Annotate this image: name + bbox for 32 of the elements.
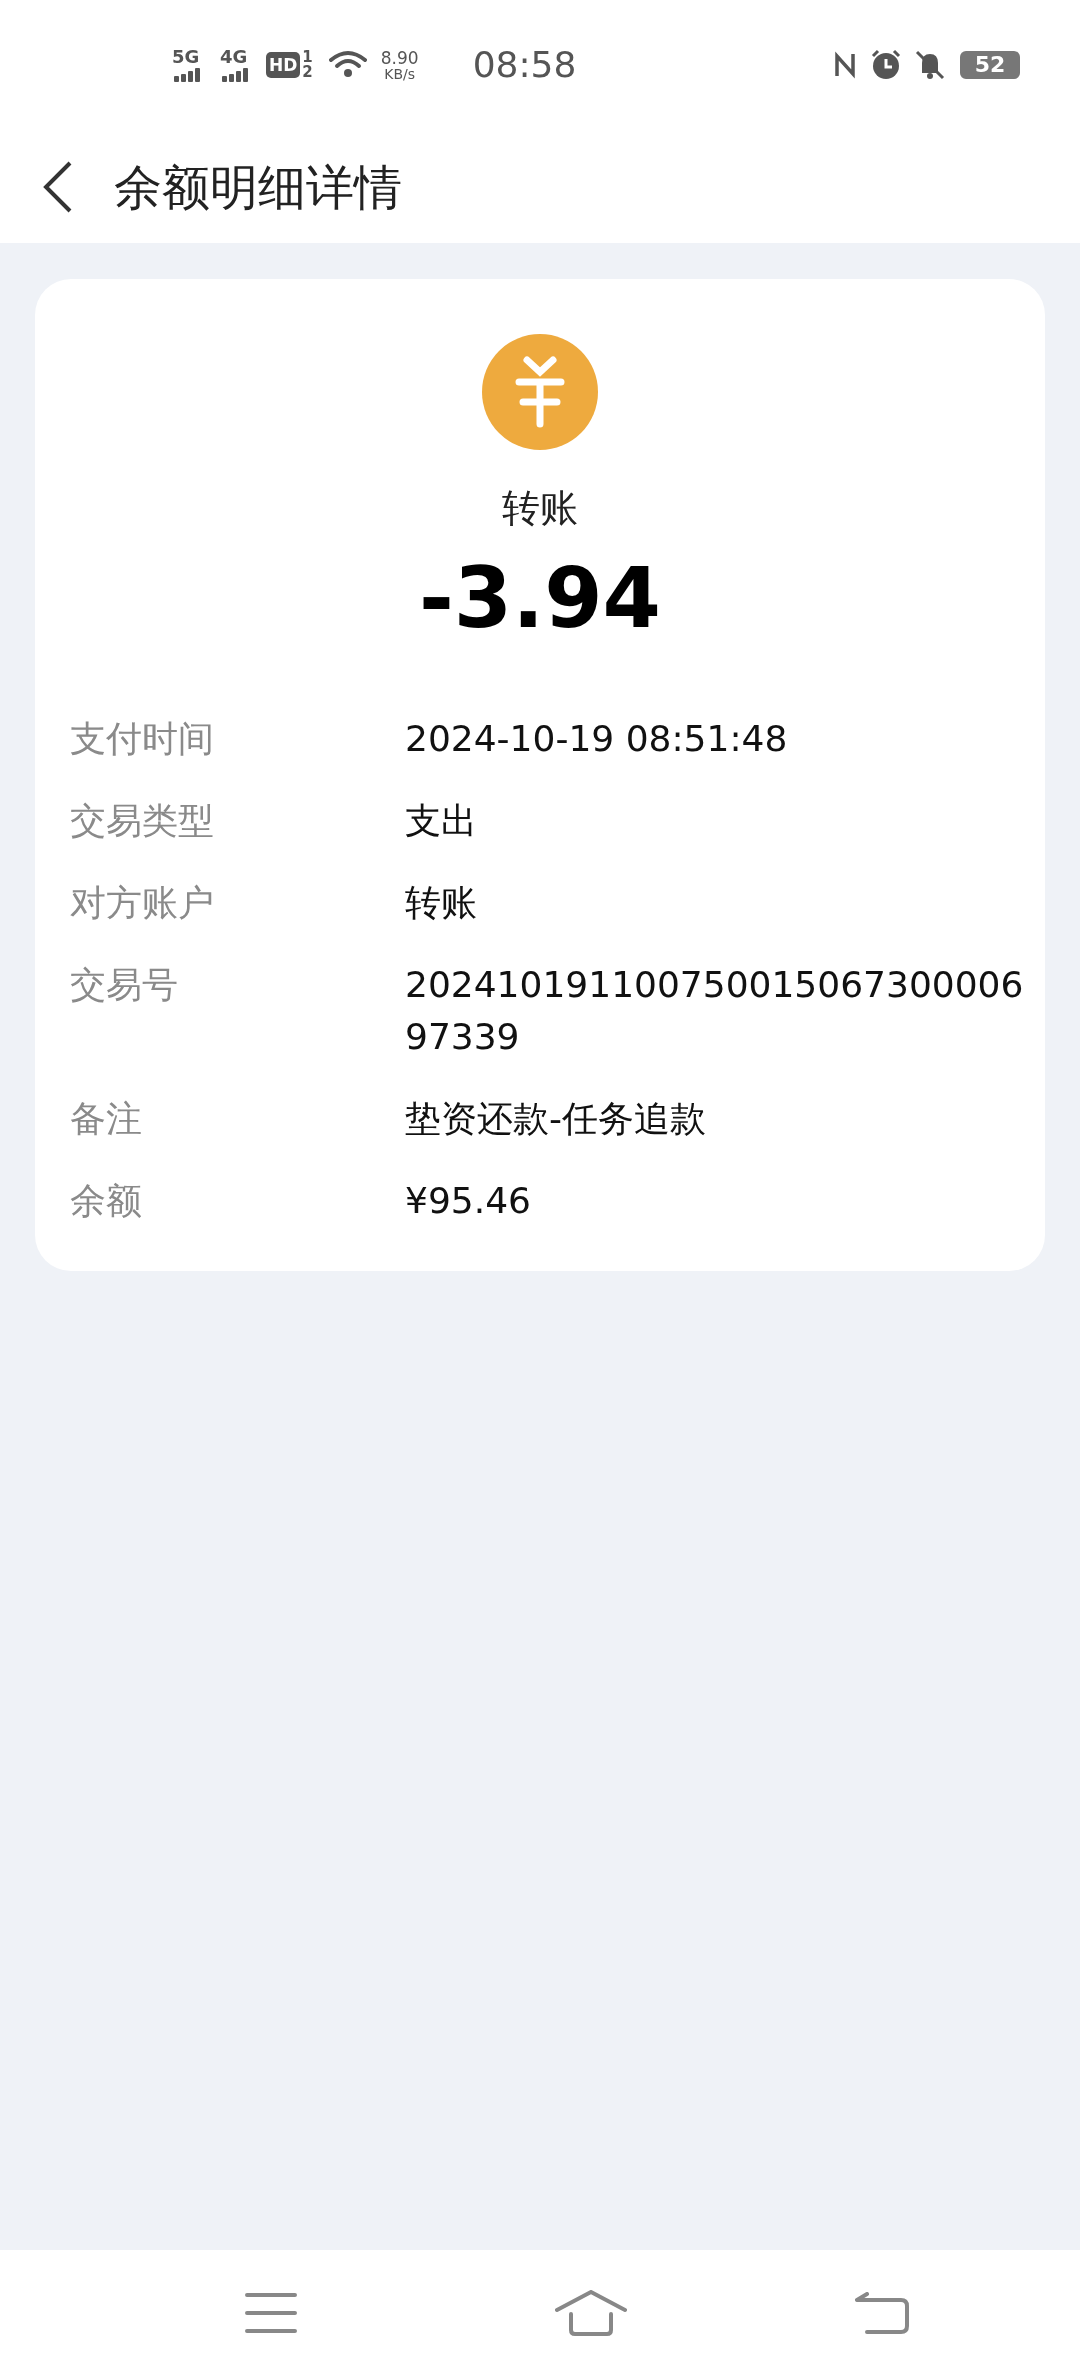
detail-value: ¥95.46 — [405, 1179, 532, 1223]
back-nav-button[interactable] — [855, 2292, 909, 2334]
hd-badge: HD — [266, 52, 301, 78]
speed-value: 8.90 — [380, 49, 419, 67]
sim-label: 1 — [302, 50, 313, 65]
home-button[interactable] — [555, 2290, 627, 2336]
yuan-icon — [482, 334, 598, 450]
detail-label: 支付时间 — [70, 717, 215, 761]
detail-value: 垫资还款-任务追款 — [405, 1097, 707, 1141]
nfc-icon — [834, 50, 856, 80]
network-label: 4G — [220, 48, 248, 66]
battery-level: 52 — [960, 51, 1020, 79]
transaction-type: 转账 — [502, 485, 578, 532]
detail-label: 余额 — [70, 1179, 143, 1223]
detail-label: 交易号 — [70, 963, 179, 1007]
detail-value: 20241019110075001506730000697339 — [405, 963, 1025, 1059]
detail-label: 备注 — [70, 1097, 143, 1141]
detail-value: 2024-10-19 08:51:48 — [405, 717, 789, 761]
page-title: 余额明细详情 — [114, 157, 402, 217]
clock-time: 08:58 — [472, 43, 577, 87]
alarm-icon — [870, 49, 902, 81]
detail-label: 对方账户 — [70, 881, 215, 925]
muted-bell-icon — [914, 49, 946, 81]
sim-label: 2 — [302, 65, 313, 80]
amount: -3.94 — [418, 548, 662, 649]
detail-value: 支出 — [405, 799, 478, 843]
menu-button[interactable] — [245, 2291, 297, 2335]
detail-label: 交易类型 — [70, 799, 215, 843]
detail-value: 转账 — [405, 881, 478, 925]
speed-unit: KB/s — [384, 66, 416, 81]
wifi-icon — [328, 50, 367, 80]
network-label: 5G — [172, 48, 200, 66]
